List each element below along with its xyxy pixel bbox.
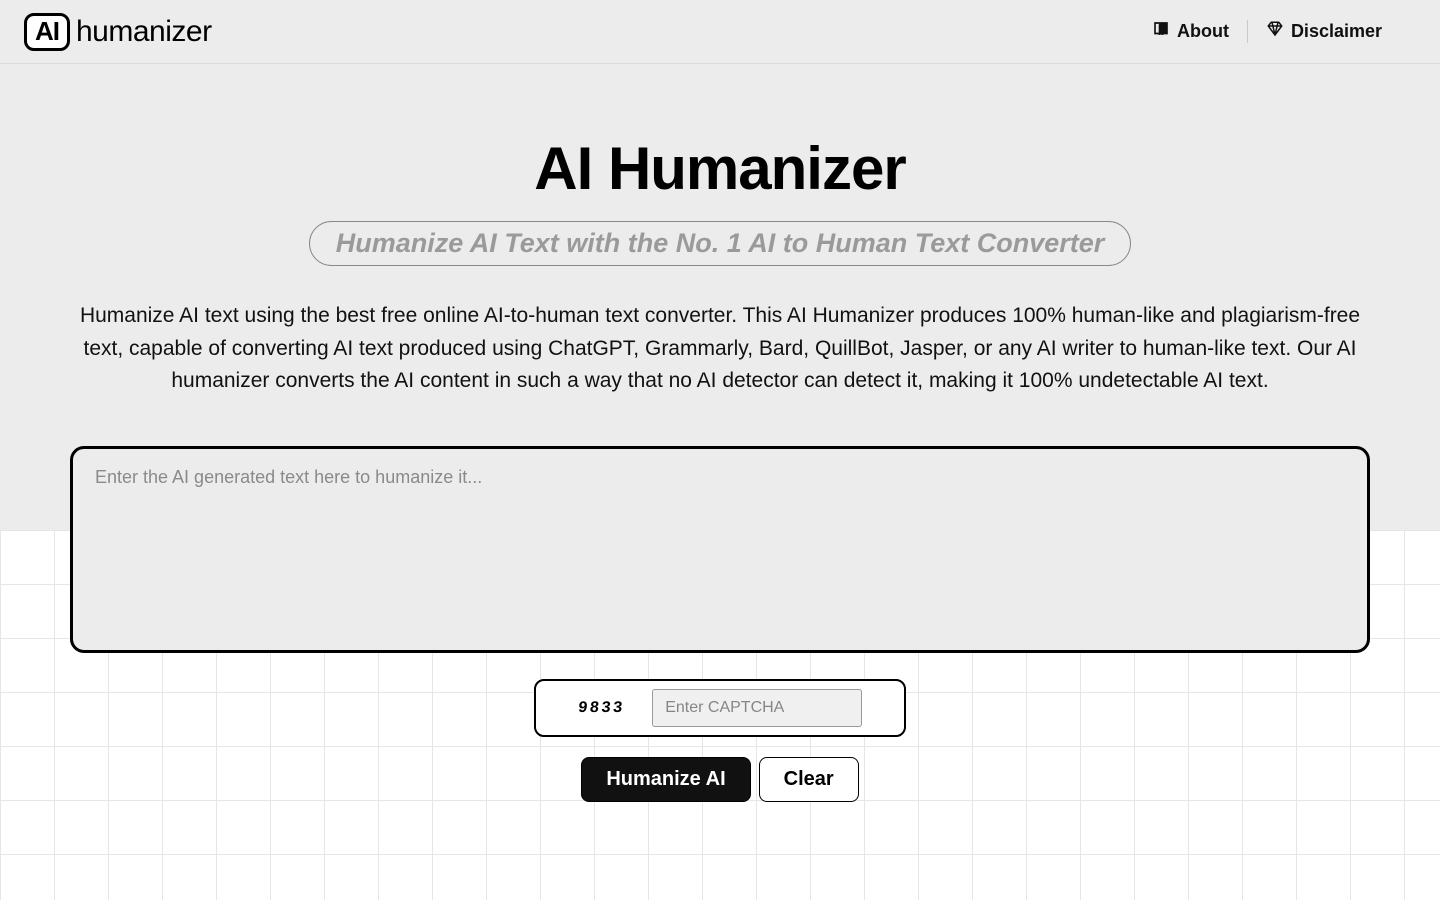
page-description: Humanize AI text using the best free onl… — [60, 300, 1380, 398]
tagline-text: Humanize AI Text with the No. 1 AI to Hu… — [336, 228, 1105, 259]
site-header: AI humanizer About Disclaimer — [0, 0, 1440, 64]
captcha-input[interactable] — [652, 689, 862, 727]
logo-mark: AI — [24, 13, 70, 51]
ai-text-input[interactable] — [73, 449, 1367, 645]
nav-about-label: About — [1177, 21, 1229, 42]
nav-about[interactable]: About — [1134, 20, 1247, 43]
clear-button[interactable]: Clear — [759, 757, 859, 802]
humanize-button[interactable]: Humanize AI — [581, 757, 750, 802]
page-title: AI Humanizer — [40, 134, 1400, 203]
site-logo[interactable]: AI humanizer — [24, 13, 212, 51]
input-card — [70, 446, 1370, 653]
book-icon — [1152, 20, 1170, 43]
primary-nav: About Disclaimer — [1134, 20, 1400, 43]
main-content: AI Humanizer Humanize AI Text with the N… — [0, 64, 1440, 802]
logo-text: humanizer — [76, 15, 212, 49]
tagline-pill: Humanize AI Text with the No. 1 AI to Hu… — [309, 221, 1132, 266]
action-buttons: Humanize AI Clear — [40, 757, 1400, 802]
nav-disclaimer-label: Disclaimer — [1291, 21, 1382, 42]
captcha-code: 9833 — [577, 699, 625, 717]
nav-disclaimer[interactable]: Disclaimer — [1247, 20, 1400, 43]
diamond-icon — [1266, 20, 1284, 43]
captcha-panel: 9833 — [534, 679, 906, 737]
